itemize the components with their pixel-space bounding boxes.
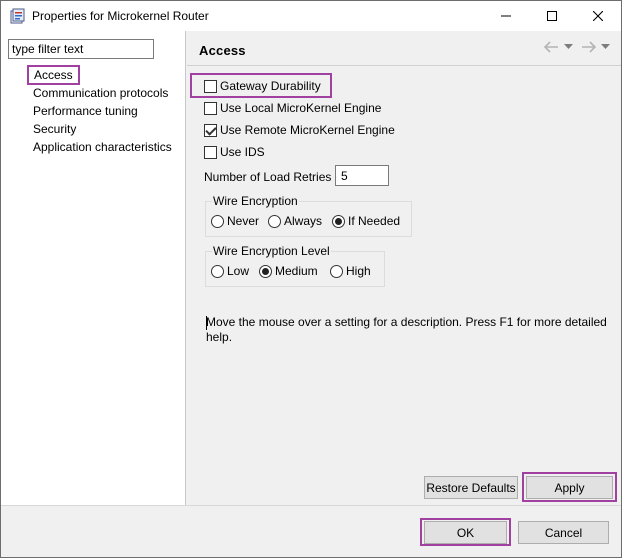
help-description: Move the mouse over a setting for a desc… [206,315,607,344]
checkbox-box[interactable] [204,101,217,115]
radio-button-selected[interactable] [259,264,272,278]
checkbox-box[interactable] [204,79,217,93]
wire-encryption-legend: Wire Encryption [212,194,299,208]
forward-button[interactable] [581,41,610,53]
window-title: Properties for Microkernel Router [32,9,209,23]
load-retries-input[interactable] [335,165,389,186]
wire-encryption-if-needed-radio[interactable]: If Needed [332,214,400,228]
checkbox-box[interactable] [204,145,217,159]
page-title: Access [199,43,246,58]
restore-defaults-button[interactable]: Restore Defaults [424,476,518,499]
use-ids-checkbox[interactable]: Use IDS [204,145,265,159]
filter-input[interactable] [8,39,154,59]
category-pane: Access Communication protocols Performan… [1,31,186,505]
chevron-down-icon [564,44,573,49]
wire-encryption-always-radio[interactable]: Always [268,214,322,228]
tree-item-access[interactable]: Access [27,65,80,85]
title-bar[interactable]: Properties for Microkernel Router [1,1,621,31]
tree-item-performance-tuning[interactable]: Performance tuning [33,104,138,118]
radio-label: If Needed [348,214,401,228]
use-local-microkernel-checkbox[interactable]: Use Local MicroKernel Engine [204,101,381,115]
checkbox-label: Gateway Durability [220,79,321,93]
radio-label: Medium [275,264,318,278]
radio-label: High [346,264,371,278]
radio-label: Always [284,214,323,228]
radio-button[interactable] [330,264,343,278]
encryption-level-low-radio[interactable]: Low [211,264,249,278]
wire-encryption-level-legend: Wire Encryption Level [212,244,331,258]
checkbox-label: Use Local MicroKernel Engine [220,101,382,115]
minimize-icon [501,15,511,17]
tree-item-security[interactable]: Security [33,122,76,136]
encryption-level-medium-radio[interactable]: Medium [259,264,318,278]
tree-item-application-characteristics[interactable]: Application characteristics [33,140,172,154]
checkbox-label: Use IDS [220,145,265,159]
properties-app-icon [10,8,25,24]
maximize-icon [547,11,557,21]
encryption-level-high-radio[interactable]: High [330,264,371,278]
radio-button-selected[interactable] [332,214,345,228]
settings-pane: Access Gateway Durability Use Local Micr… [187,31,621,505]
footer-divider [1,505,621,506]
tree-item-communication-protocols[interactable]: Communication protocols [33,86,168,100]
chevron-down-icon [601,44,610,49]
close-icon [593,11,603,21]
load-retries-label: Number of Load Retries [204,170,332,184]
checkbox-label: Use Remote MicroKernel Engine [220,123,395,137]
cancel-button[interactable]: Cancel [518,521,609,544]
forward-arrow-icon [582,41,596,53]
radio-label: Low [227,264,250,278]
back-arrow-icon [544,41,558,53]
ok-button[interactable]: OK [424,521,507,544]
wire-encryption-never-radio[interactable]: Never [211,214,259,228]
radio-button[interactable] [211,264,224,278]
use-remote-microkernel-checkbox[interactable]: Use Remote MicroKernel Engine [204,123,395,137]
radio-button[interactable] [268,214,281,228]
properties-dialog: Properties for Microkernel Router Access… [0,0,622,558]
maximize-button[interactable] [529,1,575,31]
radio-button[interactable] [211,214,224,228]
checkbox-box-checked[interactable] [204,123,217,137]
gateway-durability-checkbox[interactable]: Gateway Durability [204,79,321,93]
close-button[interactable] [575,1,621,31]
back-button[interactable] [544,41,573,53]
radio-label: Never [227,214,260,228]
header-divider [187,65,621,66]
minimize-button[interactable] [483,1,529,31]
apply-button[interactable]: Apply [526,476,613,499]
